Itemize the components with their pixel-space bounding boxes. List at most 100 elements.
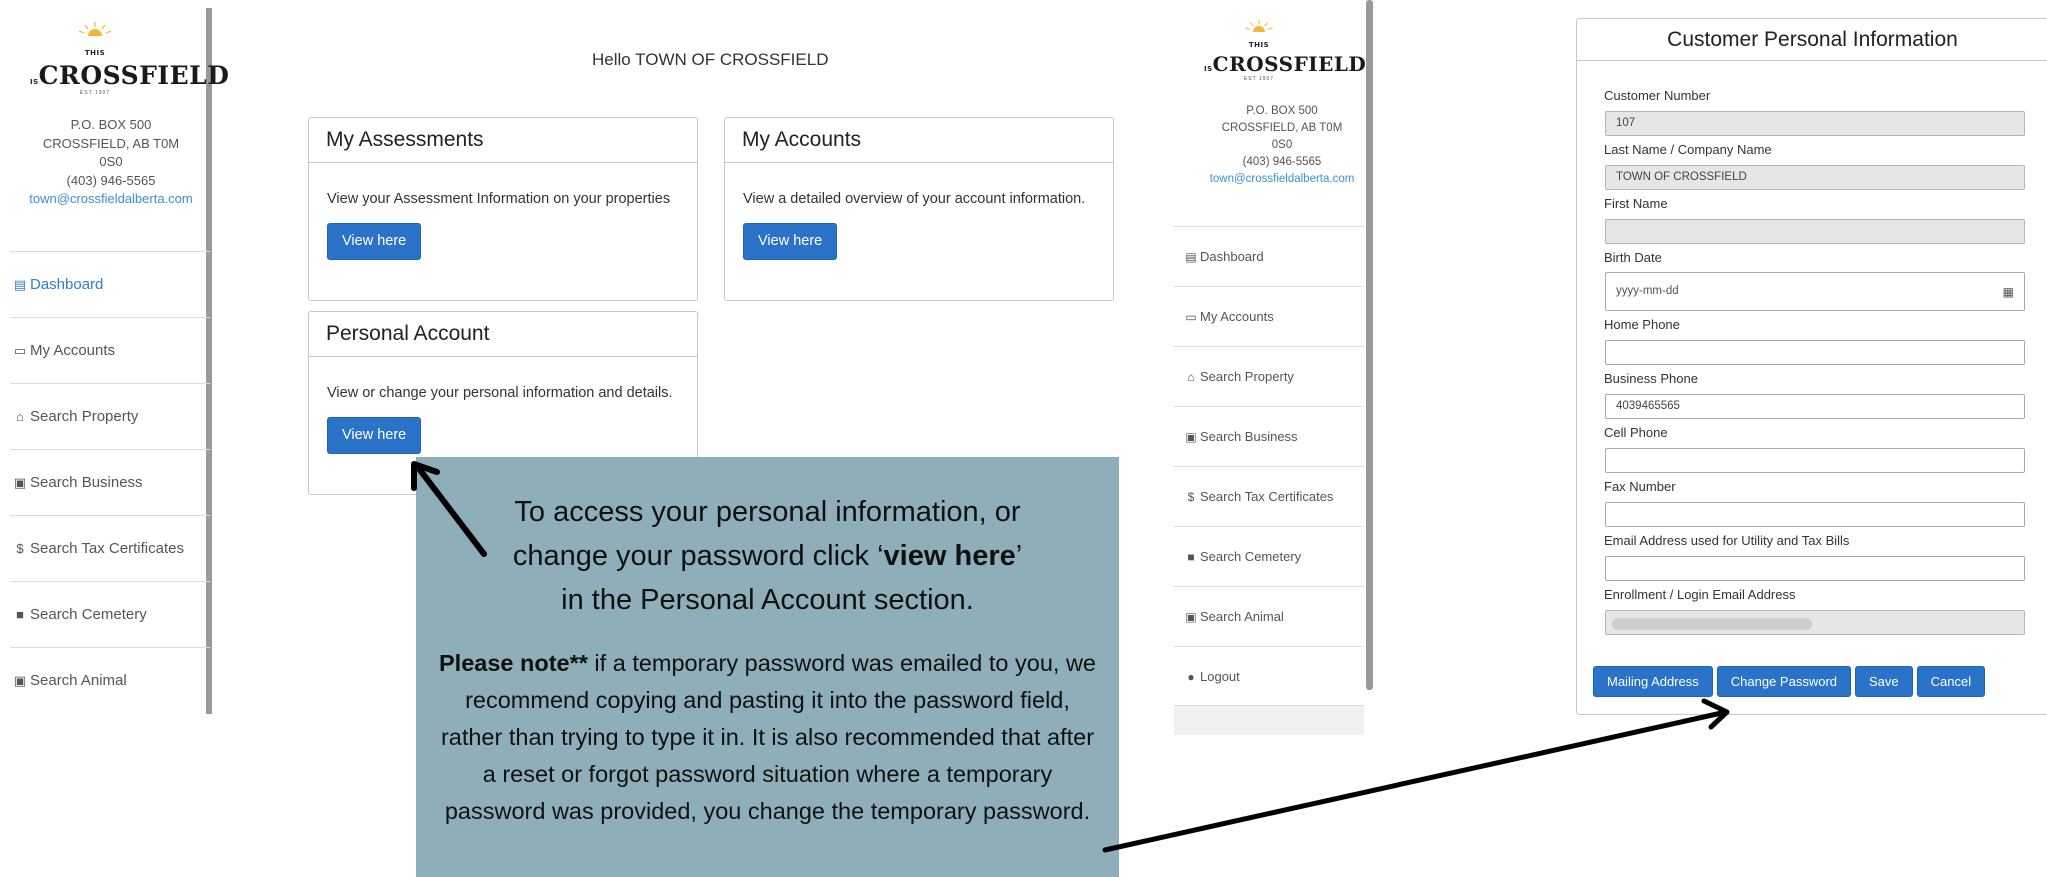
first-name-field[interactable] xyxy=(1605,219,2025,244)
callout-line-2-pre: change your password click ‘ xyxy=(512,540,884,572)
address-email-link[interactable]: town@crossfieldalberta.com xyxy=(10,190,212,209)
sidebar-item-label: My Accounts xyxy=(1200,309,1274,324)
address-email-link[interactable]: town@crossfieldalberta.com xyxy=(1194,171,1370,188)
dashboard-icon: ▤ xyxy=(13,276,27,292)
panel-title: My Accounts xyxy=(725,118,1113,163)
sidebar-item-search-property[interactable]: ⌂ Search Property xyxy=(1174,346,1364,406)
sidebar-item-label: Dashboard xyxy=(1200,249,1264,264)
sidebar-item-search-business[interactable]: ▣ Search Business xyxy=(1174,406,1364,466)
business-phone-field[interactable]: 4039465565 xyxy=(1605,394,2025,419)
customer-number-field[interactable]: 107 xyxy=(1605,111,2025,136)
sidebar-item-search-business[interactable]: ▣ Search Business xyxy=(10,449,210,515)
last-name-label: Last Name / Company Name xyxy=(1604,142,1772,157)
sidebar-item-my-accounts[interactable]: ▭ My Accounts xyxy=(1174,286,1364,346)
crossfield-logo: THIS ISCROSSFIELD EST 1907 xyxy=(30,22,229,96)
callout-line-2: change your password click ‘view here’ xyxy=(416,534,1119,578)
panel-my-accounts: My Accounts View a detailed overview of … xyxy=(724,117,1114,301)
login-email-field[interactable] xyxy=(1605,610,2025,635)
logo-main-text: CROSSFIELD xyxy=(1212,52,1367,76)
sidebar-item-label: Logout xyxy=(1200,669,1240,684)
login-email-label: Enrollment / Login Email Address xyxy=(1604,587,1796,602)
user-icon: ● xyxy=(1187,669,1195,684)
customer-number-label: Customer Number xyxy=(1604,88,1711,103)
sidebar-nav: ▤ Dashboard ▭ My Accounts ⌂ Search Prope… xyxy=(10,251,210,713)
panel-title: Personal Account xyxy=(309,312,697,357)
address-line-3: 0S0 xyxy=(99,154,123,170)
sidebar-item-label: Search Tax Certificates xyxy=(1200,489,1334,504)
callout-line-2-post: ’ xyxy=(1015,540,1023,572)
billing-email-label: Email Address used for Utility and Tax B… xyxy=(1604,533,1850,548)
address-line-2: CROSSFIELD, AB T0M xyxy=(1221,122,1343,134)
sidebar-item-dashboard[interactable]: ▤ Dashboard xyxy=(1174,226,1364,286)
address-line-1: P.O. BOX 500 xyxy=(70,117,152,132)
billing-email-field[interactable] xyxy=(1605,556,2025,581)
cancel-button[interactable]: Cancel xyxy=(1916,666,1986,697)
save-button[interactable]: Save xyxy=(1855,666,1913,697)
sidebar-item-search-cemetery[interactable]: ■ Search Cemetery xyxy=(1174,526,1364,586)
business-phone-label: Business Phone xyxy=(1604,371,1698,386)
birth-date-placeholder: yyyy-mm-dd xyxy=(1616,285,1679,297)
briefcase-icon: ▣ xyxy=(1185,429,1197,444)
address-line-2: CROSSFIELD, AB T0M xyxy=(42,135,180,151)
cell-phone-field[interactable] xyxy=(1605,448,2025,473)
sidebar-nav: ▤ Dashboard ▭ My Accounts ⌂ Search Prope… xyxy=(1174,226,1364,706)
callout-note-text: if a temporary password was emailed to y… xyxy=(440,650,1096,824)
birth-date-field[interactable]: yyyy-mm-dd ▦ xyxy=(1605,272,2025,311)
folder-open-icon: ▭ xyxy=(13,342,27,358)
sidebar-item-label: Search Animal xyxy=(1200,609,1284,624)
sidebar-item-search-tax-certificates[interactable]: $ Search Tax Certificates xyxy=(1174,466,1364,526)
callout-line-1: To access your personal information, or xyxy=(514,496,1021,528)
address-phone: (403) 946-5565 xyxy=(66,172,156,188)
home-icon: ⌂ xyxy=(1187,369,1195,384)
sidebar-item-label: Search Business xyxy=(1200,429,1298,444)
address-line-1: P.O. BOX 500 xyxy=(1246,105,1318,117)
sidebar-item-label: Dashboard xyxy=(30,276,104,293)
dollar-icon: $ xyxy=(16,541,24,556)
sidebar-item-search-tax-certificates[interactable]: $ Search Tax Certificates xyxy=(10,515,210,581)
sidebar-item-label: Search Property xyxy=(1200,369,1294,384)
sidebar-item-my-accounts[interactable]: ▭ My Accounts xyxy=(10,317,210,383)
sidebar-item-search-cemetery[interactable]: ■ Search Cemetery xyxy=(10,581,210,647)
mailing-address-button[interactable]: Mailing Address xyxy=(1593,666,1713,697)
assessments-view-button[interactable]: View here xyxy=(327,222,422,260)
sidebar-item-label: My Accounts xyxy=(30,342,116,359)
town-address: P.O. BOX 500 CROSSFIELD, AB T0M 0S0 (403… xyxy=(10,116,212,209)
sidebar-item-search-animal[interactable]: ▣ Search Animal xyxy=(10,647,210,713)
form-title: Customer Personal Information xyxy=(1577,19,2047,61)
panel-text: View a detailed overview of your account… xyxy=(743,191,1086,207)
crossfield-logo: THIS ISCROSSFIELD EST 1907 xyxy=(1204,20,1366,82)
sidebar-item-label: Search Business xyxy=(30,474,143,491)
redacted-email xyxy=(1612,618,1812,630)
logo-main-text: CROSSFIELD xyxy=(38,61,230,90)
accounts-view-button[interactable]: View here xyxy=(743,222,838,260)
fax-number-label: Fax Number xyxy=(1604,479,1676,494)
callout-note: Please note** if a temporary password wa… xyxy=(434,645,1101,830)
calendar-icon[interactable]: ▦ xyxy=(2003,285,2014,299)
tombstone-icon: ■ xyxy=(1187,549,1195,564)
home-phone-field[interactable] xyxy=(1605,340,2025,365)
address-line-3: 0S0 xyxy=(1271,139,1293,151)
tombstone-icon: ■ xyxy=(16,607,24,622)
panel-title: My Assessments xyxy=(309,118,697,163)
sidebar-item-logout[interactable]: ● Logout xyxy=(1174,646,1364,706)
first-name-label: First Name xyxy=(1604,196,1668,211)
briefcase-icon: ▣ xyxy=(13,474,27,490)
briefcase-icon: ▣ xyxy=(13,672,27,688)
change-password-button[interactable]: Change Password xyxy=(1716,666,1852,697)
town-address: P.O. BOX 500 CROSSFIELD, AB T0M 0S0 (403… xyxy=(1194,103,1370,188)
sidebar-item-dashboard[interactable]: ▤ Dashboard xyxy=(10,251,210,317)
callout-instructions: To access your personal information, or … xyxy=(416,490,1119,622)
last-name-field[interactable]: TOWN OF CROSSFIELD xyxy=(1605,165,2025,190)
sidebar-item-label: Search Property xyxy=(30,408,139,425)
sidebar-item-label: Search Cemetery xyxy=(1200,549,1302,564)
sidebar-item-search-property[interactable]: ⌂ Search Property xyxy=(10,383,210,449)
sidebar-item-label: Search Animal xyxy=(30,672,127,689)
fax-number-field[interactable] xyxy=(1605,502,2025,527)
sidebar-item-label: Search Cemetery xyxy=(30,606,147,623)
callout-note-bold: Please note** xyxy=(439,650,588,676)
panel-text: View your Assessment Information on your… xyxy=(327,191,671,207)
address-phone: (403) 946-5565 xyxy=(1242,156,1322,168)
sidebar-item-search-animal[interactable]: ▣ Search Animal xyxy=(1174,586,1364,646)
instruction-callout: To access your personal information, or … xyxy=(416,457,1119,877)
personal-view-button[interactable]: View here xyxy=(327,416,422,454)
